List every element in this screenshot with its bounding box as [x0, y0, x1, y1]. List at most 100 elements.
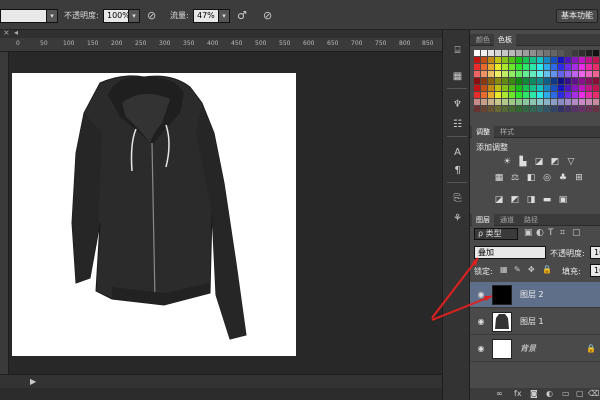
document-canvas[interactable]: [12, 73, 296, 356]
pressure-opacity-icon[interactable]: ⊘: [147, 9, 156, 23]
posterize-icon[interactable]: ◩: [510, 195, 520, 205]
tab-color[interactable]: 颜色: [472, 34, 494, 46]
swatch-cell[interactable]: [544, 64, 550, 70]
swatch-cell[interactable]: [565, 92, 571, 98]
swatch-cell[interactable]: [481, 92, 487, 98]
swatch-cell[interactable]: [523, 78, 529, 84]
swatch-cell[interactable]: [523, 50, 529, 56]
swatch-cell[interactable]: [474, 99, 480, 105]
swatch-cell[interactable]: [572, 85, 578, 91]
swatch-cell[interactable]: [502, 78, 508, 84]
swatch-cell[interactable]: [530, 78, 536, 84]
swatch-cell[interactable]: [593, 85, 599, 91]
swatch-cell[interactable]: [579, 50, 585, 56]
swatch-cell[interactable]: [558, 57, 564, 63]
fill-field[interactable]: 10: [590, 264, 600, 277]
swatch-cell[interactable]: [523, 106, 529, 112]
swatch-cell[interactable]: [544, 85, 550, 91]
filter-adjustment-icon[interactable]: ◐: [536, 228, 544, 238]
swatch-cell[interactable]: [474, 78, 480, 84]
swatch-cell[interactable]: [474, 50, 480, 56]
swatch-cell[interactable]: [488, 71, 494, 77]
channel-mixer-icon[interactable]: ♣: [558, 173, 568, 183]
swatch-cell[interactable]: [537, 106, 543, 112]
swatch-cell[interactable]: [565, 71, 571, 77]
swatch-cell[interactable]: [509, 85, 515, 91]
swatch-cell[interactable]: [530, 50, 536, 56]
color-lookup-icon[interactable]: ⊞: [574, 173, 584, 183]
swatch-cell[interactable]: [523, 99, 529, 105]
swatch-cell[interactable]: [516, 57, 522, 63]
swatch-cell[interactable]: [558, 78, 564, 84]
swatch-cell[interactable]: [509, 64, 515, 70]
swatch-cell[interactable]: [579, 85, 585, 91]
swatch-cell[interactable]: [537, 78, 543, 84]
swatch-cell[interactable]: [544, 99, 550, 105]
swatch-cell[interactable]: [537, 57, 543, 63]
swatch-cell[interactable]: [544, 50, 550, 56]
swatch-cell[interactable]: [579, 92, 585, 98]
airbrush-icon[interactable]: ♂: [237, 9, 247, 23]
swatch-cell[interactable]: [509, 71, 515, 77]
swatch-cell[interactable]: [544, 78, 550, 84]
swatch-cell[interactable]: [544, 92, 550, 98]
swatch-cell[interactable]: [558, 71, 564, 77]
swatch-cell[interactable]: [481, 106, 487, 112]
swatch-cell[interactable]: [586, 78, 592, 84]
filter-shape-icon[interactable]: ⌗: [560, 228, 565, 238]
swatch-cell[interactable]: [551, 85, 557, 91]
swatch-cell[interactable]: [516, 71, 522, 77]
selective-color-icon[interactable]: ▣: [558, 195, 568, 205]
swatch-cell[interactable]: [523, 71, 529, 77]
swatch-cell[interactable]: [572, 99, 578, 105]
swatch-cell[interactable]: [565, 85, 571, 91]
tool-preset-dropdown[interactable]: ▾: [46, 9, 58, 23]
swatch-cell[interactable]: [502, 57, 508, 63]
swatch-cell[interactable]: [495, 106, 501, 112]
swatch-cell[interactable]: [586, 50, 592, 56]
swatch-cell[interactable]: [495, 92, 501, 98]
swatch-cell[interactable]: [516, 85, 522, 91]
swatch-cell[interactable]: [537, 50, 543, 56]
swatch-cell[interactable]: [579, 71, 585, 77]
swatch-cell[interactable]: [530, 64, 536, 70]
swatch-cell[interactable]: [516, 64, 522, 70]
brush-presets-icon[interactable]: ☷: [451, 118, 464, 131]
add-mask-icon[interactable]: ◙: [530, 389, 538, 398]
swatch-cell[interactable]: [572, 50, 578, 56]
swatch-cell[interactable]: [558, 85, 564, 91]
swatch-cell[interactable]: [579, 57, 585, 63]
brush-icon[interactable]: ♆: [451, 98, 464, 111]
filter-pixel-icon[interactable]: ▣: [524, 228, 533, 238]
swatch-cell[interactable]: [565, 64, 571, 70]
lock-position-icon[interactable]: ✥: [528, 265, 535, 274]
tool-preset-combo[interactable]: [0, 9, 50, 23]
swatch-cell[interactable]: [509, 78, 515, 84]
black-white-icon[interactable]: ◧: [526, 173, 536, 183]
swatch-cell[interactable]: [537, 92, 543, 98]
swatch-cell[interactable]: [474, 106, 480, 112]
swatch-cell[interactable]: [530, 57, 536, 63]
swatch-cell[interactable]: [502, 71, 508, 77]
swatch-cell[interactable]: [537, 85, 543, 91]
swatch-cell[interactable]: [495, 71, 501, 77]
curves-icon[interactable]: ◪: [534, 157, 544, 167]
gradient-map-icon[interactable]: ▬: [542, 195, 552, 205]
swatch-cell[interactable]: [586, 106, 592, 112]
layer-filter-type[interactable]: ρ 类型: [474, 228, 518, 240]
swatch-cell[interactable]: [579, 106, 585, 112]
swatch-cell[interactable]: [593, 57, 599, 63]
swatch-cell[interactable]: [509, 92, 515, 98]
swatch-cell[interactable]: [502, 50, 508, 56]
new-adjustment-icon[interactable]: ◐: [546, 389, 553, 398]
swatch-cell[interactable]: [509, 99, 515, 105]
clone-source-icon[interactable]: ⎘: [451, 192, 464, 205]
swatch-cell[interactable]: [593, 71, 599, 77]
swatch-cell[interactable]: [579, 78, 585, 84]
swatch-cell[interactable]: [537, 99, 543, 105]
swatch-cell[interactable]: [516, 50, 522, 56]
swatch-cell[interactable]: [516, 78, 522, 84]
swatch-cell[interactable]: [509, 50, 515, 56]
swatch-cell[interactable]: [586, 99, 592, 105]
swatch-cell[interactable]: [551, 71, 557, 77]
